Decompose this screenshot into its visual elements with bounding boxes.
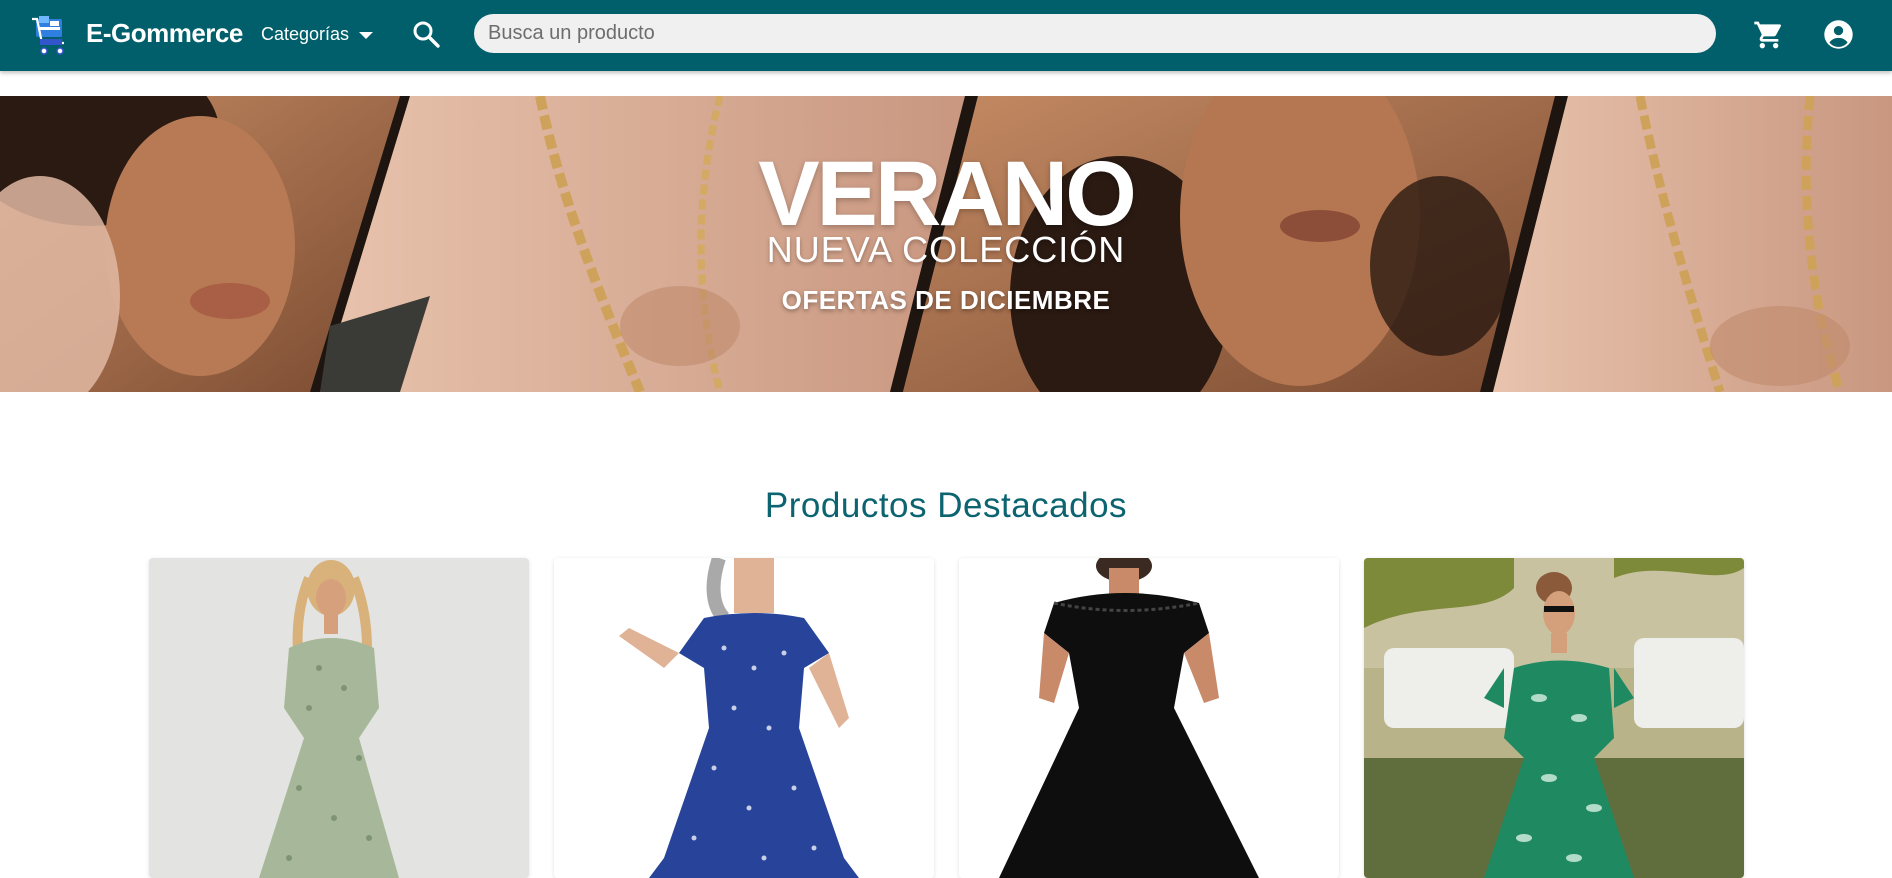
account-circle-icon[interactable] [1823,19,1854,50]
brand-name[interactable]: E-Gommerce [86,18,243,49]
product-card-1[interactable] [149,558,529,878]
product-image [149,558,529,878]
categories-label: Categorías [261,23,350,44]
hero-subtitle: NUEVA COLECCIÓN [766,229,1126,270]
caret-down-icon [359,31,374,39]
product-image [1364,558,1744,878]
product-card-4[interactable] [1364,558,1744,878]
hero-offer: OFERTAS DE DICIEMBRE [781,285,1111,315]
categories-dropdown[interactable]: Categorías [261,20,374,48]
cart-icon[interactable] [1753,19,1785,51]
hero-title: VERANO [758,143,1137,245]
search-input[interactable] [474,14,1716,53]
search-icon[interactable] [411,19,441,49]
hero-banner[interactable]: VERANO NUEVA COLECCIÓN OFERTAS DE DICIEM… [0,96,1892,392]
shopping-cart-logo-icon [32,16,64,55]
top-navbar: E-Gommerce Categorías [0,0,1892,71]
product-card-2[interactable] [554,558,934,878]
product-card-3[interactable] [959,558,1339,878]
product-image [554,558,934,878]
brand-logo[interactable] [30,13,72,57]
product-image [959,558,1339,878]
featured-products-title: Productos Destacados [764,486,1128,525]
